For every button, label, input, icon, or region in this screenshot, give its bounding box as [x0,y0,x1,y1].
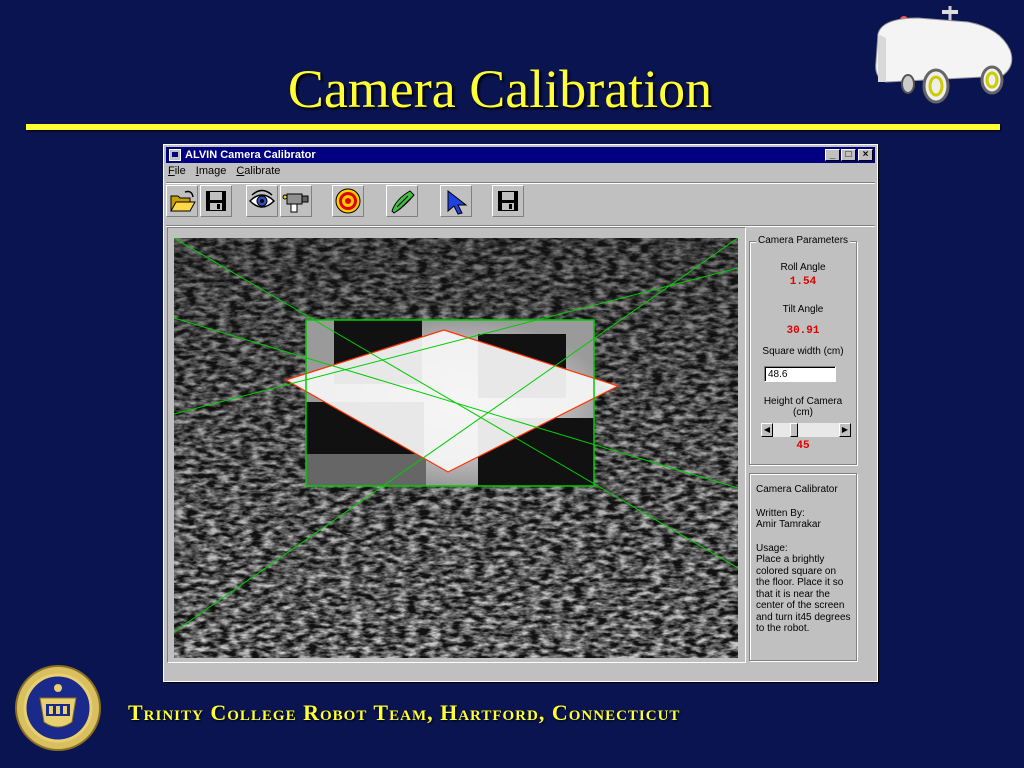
slider-thumb[interactable] [790,423,798,437]
save-icon [206,191,226,211]
view-eye-icon [248,189,276,208]
save-icon [498,191,518,211]
save-calibration-button[interactable] [492,185,524,217]
save-button[interactable] [200,185,232,217]
slider-right-arrow-icon[interactable]: ▶ [839,423,851,437]
pointer-button[interactable] [440,185,472,217]
author-name: Amir Tamrakar [756,519,821,530]
calibrate-brush-icon [391,190,415,214]
maximize-button[interactable]: □ [841,149,856,161]
camera-parameters-group: Camera Parameters Roll Angle 1.54 Tilt A… [749,235,857,465]
title-rule [26,124,1000,130]
camera-height-slider[interactable]: ◀ ▶ [760,422,852,438]
title-bar[interactable]: ALVIN Camera Calibrator _ □ × [166,147,875,163]
tilt-angle-value: 30.91 [786,325,820,337]
camera-button[interactable] [280,185,312,217]
toolbar [166,183,875,223]
pointer-icon [447,189,468,215]
window-title: ALVIN Camera Calibrator [185,149,316,161]
written-by-label: Written By: [756,507,805,519]
menu-file[interactable]: File [168,165,186,181]
usage-label: Usage: [756,542,788,554]
roll-angle-label: Roll Angle [780,262,826,273]
footer-text: Trinity College Robot Team, Hartford, Co… [128,700,681,725]
college-seal [15,665,101,751]
target-icon [335,188,361,214]
open-button[interactable] [166,185,198,217]
calibrate-button[interactable] [386,185,418,217]
about-panel: Camera Calibrator Written By: Amir Tamrak… [749,473,857,661]
camera-height-value: 45 [796,440,810,452]
camera-parameters-caption: Camera Parameters [756,235,851,246]
app-icon[interactable] [169,149,181,161]
close-button[interactable]: × [858,149,873,161]
menu-calibrate[interactable]: Calibrate [236,165,280,181]
camera-image[interactable] [174,238,738,658]
usage-text: Place a brightly colored square on the f… [756,554,851,634]
about-title: Camera Calibrator [756,484,838,495]
open-icon [170,190,196,212]
robot-illustration [875,6,1013,104]
roll-angle-value: 1.54 [789,276,817,288]
app-window: ALVIN Camera Calibrator _ □ × File Image… [163,144,878,682]
camera-icon [282,193,309,213]
slider-left-arrow-icon[interactable]: ◀ [761,423,773,437]
square-width-input[interactable] [764,366,836,382]
slide-title: Camera Calibration [287,59,713,119]
square-width-label: Square width (cm) [762,346,844,357]
view-button[interactable] [246,185,278,217]
menu-bar: File Image Calibrate [168,165,290,181]
menu-image[interactable]: Image [196,165,227,181]
camera-image-panel [167,227,746,663]
target-button[interactable] [332,185,364,217]
camera-height-label: Height of Camera (cm) [763,396,843,418]
minimize-button[interactable]: _ [825,149,840,161]
tilt-angle-label: Tilt Angle [782,304,824,315]
